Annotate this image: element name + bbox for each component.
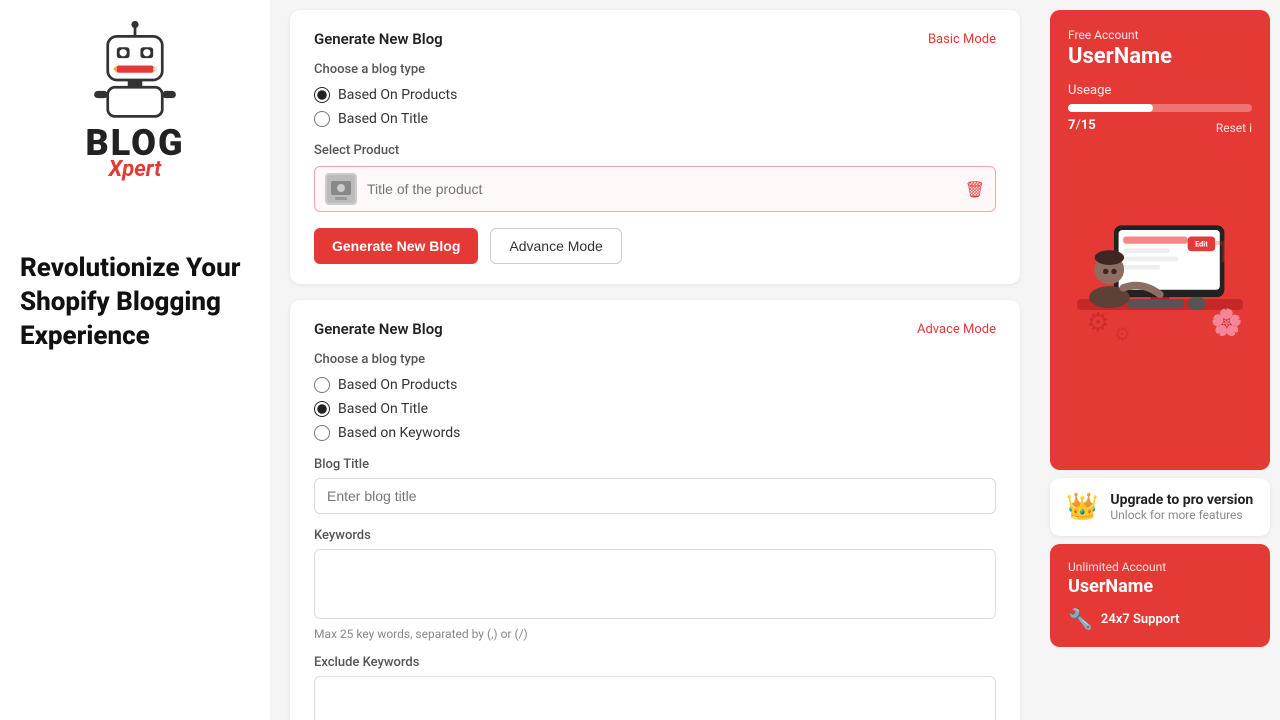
radio-based-on-title[interactable]: Based On Title	[314, 111, 996, 127]
robot-logo-icon	[85, 20, 185, 120]
keywords-label: Keywords	[314, 528, 996, 543]
usage-bar-background	[1068, 104, 1252, 112]
radio2-based-on-title[interactable]: Based On Title	[314, 401, 996, 417]
logo-blog-text: BLOG	[85, 125, 184, 161]
tagline-text: Revolutionize Your Shopify Blogging Expe…	[20, 252, 250, 353]
card-advance-mode: Generate New Blog Advace Mode Choose a b…	[290, 300, 1020, 720]
product-input-row: 🗑	[314, 166, 996, 212]
svg-text:🌸: 🌸	[1211, 307, 1243, 338]
select-product-label: Select Product	[314, 143, 996, 158]
card-basic-mode: Generate New Blog Basic Mode Choose a bl…	[290, 10, 1020, 284]
main-content: Generate New Blog Basic Mode Choose a bl…	[270, 0, 1040, 720]
advance-mode-button[interactable]: Advance Mode	[490, 228, 621, 264]
unlimited-label: Unlimited Account	[1068, 560, 1252, 574]
keywords-hint: Max 25 key words, separated by (,) or (/…	[314, 627, 996, 641]
free-account-label: Free Account	[1068, 28, 1252, 42]
card1-blog-type-label: Choose a blog type	[314, 62, 996, 77]
card1-title: Generate New Blog	[314, 30, 443, 48]
radio-products-label: Based On Products	[338, 87, 457, 103]
svg-text:⚙: ⚙	[1114, 324, 1131, 345]
logo-area: BLOG Xpert	[85, 20, 185, 182]
card2-header: Generate New Blog Advace Mode	[314, 320, 996, 338]
blog-title-group: Blog Title	[314, 457, 996, 514]
dashboard-illustration-icon: Edit T ⚙ ⚙	[1068, 153, 1252, 353]
exclude-keywords-textarea[interactable]	[314, 676, 996, 720]
exclude-keywords-group: Exclude Keywords	[314, 655, 996, 720]
card2-radio-group: Based On Products Based On Title Based o…	[314, 377, 996, 441]
radio2-keywords-input[interactable]	[314, 425, 330, 441]
basic-mode-link[interactable]: Basic Mode	[928, 32, 996, 47]
card2-blog-type-label: Choose a blog type	[314, 352, 996, 367]
radio-products-input[interactable]	[314, 87, 330, 103]
generate-blog-button[interactable]: Generate New Blog	[314, 228, 478, 264]
radio2-keywords-label: Based on Keywords	[338, 425, 460, 441]
support-row: 🔧 24x7 Support	[1068, 607, 1252, 631]
card1-radio-group: Based On Products Based On Title	[314, 87, 996, 127]
support-text: 24x7 Support	[1101, 612, 1180, 627]
card1-btn-group: Generate New Blog Advance Mode	[314, 228, 996, 264]
product-image-icon	[327, 175, 355, 203]
advance-mode-link[interactable]: Advace Mode	[917, 322, 996, 337]
usage-count: 7/15	[1068, 118, 1096, 133]
radio2-title-input[interactable]	[314, 401, 330, 417]
support-icon: 🔧	[1068, 607, 1093, 631]
radio-title-input[interactable]	[314, 111, 330, 127]
unlimited-account-card: Unlimited Account UserName 🔧 24x7 Suppor…	[1050, 544, 1270, 647]
radio2-title-label: Based On Title	[338, 401, 428, 417]
upgrade-card: 👑 Upgrade to pro version Unlock for more…	[1050, 478, 1270, 536]
svg-text:⚙: ⚙	[1086, 308, 1109, 338]
card1-header: Generate New Blog Basic Mode	[314, 30, 996, 48]
product-title-input[interactable]	[367, 181, 955, 197]
product-thumbnail	[325, 173, 357, 205]
right-sidebar: Free Account UserName Useage 7/15 Reset …	[1040, 0, 1280, 720]
product-delete-icon[interactable]: 🗑	[965, 180, 985, 199]
usage-row: 7/15 Reset i	[1068, 118, 1252, 137]
upgrade-title: Upgrade to pro version	[1110, 492, 1253, 508]
left-sidebar: BLOG Xpert Revolutionize Your Shopify Bl…	[0, 0, 270, 720]
unlimited-username: UserName	[1068, 576, 1252, 597]
blog-title-input[interactable]	[314, 478, 996, 514]
usage-total: 15	[1081, 118, 1096, 133]
radio-based-on-products[interactable]: Based On Products	[314, 87, 996, 103]
usage-label: Useage	[1068, 83, 1252, 98]
user-info-card: Free Account UserName Useage 7/15 Reset …	[1050, 10, 1270, 470]
card2-title: Generate New Blog	[314, 320, 443, 338]
exclude-keywords-label: Exclude Keywords	[314, 655, 996, 670]
blog-title-label: Blog Title	[314, 457, 996, 472]
radio-title-label: Based On Title	[338, 111, 428, 127]
radio2-based-on-keywords[interactable]: Based on Keywords	[314, 425, 996, 441]
usage-current: 7	[1068, 118, 1075, 133]
usage-bar-fill	[1068, 104, 1153, 112]
radio2-products-label: Based On Products	[338, 377, 457, 393]
illustration-area: Edit T ⚙ ⚙	[1068, 153, 1252, 353]
crown-icon: 👑	[1066, 492, 1098, 522]
radio2-products-input[interactable]	[314, 377, 330, 393]
keywords-group: Keywords Max 25 key words, separated by …	[314, 528, 996, 641]
username-display: UserName	[1068, 44, 1252, 69]
svg-text:Edit: Edit	[1195, 240, 1208, 249]
upgrade-subtitle: Unlock for more features	[1110, 508, 1253, 522]
svg-text:T: T	[1215, 236, 1234, 270]
reset-link[interactable]: Reset i	[1216, 121, 1252, 135]
radio2-based-on-products[interactable]: Based On Products	[314, 377, 996, 393]
logo-text: BLOG Xpert	[85, 125, 184, 182]
upgrade-text: Upgrade to pro version Unlock for more f…	[1110, 492, 1253, 522]
keywords-textarea[interactable]	[314, 549, 996, 619]
logo-xpert-text: Xpert	[109, 157, 162, 182]
